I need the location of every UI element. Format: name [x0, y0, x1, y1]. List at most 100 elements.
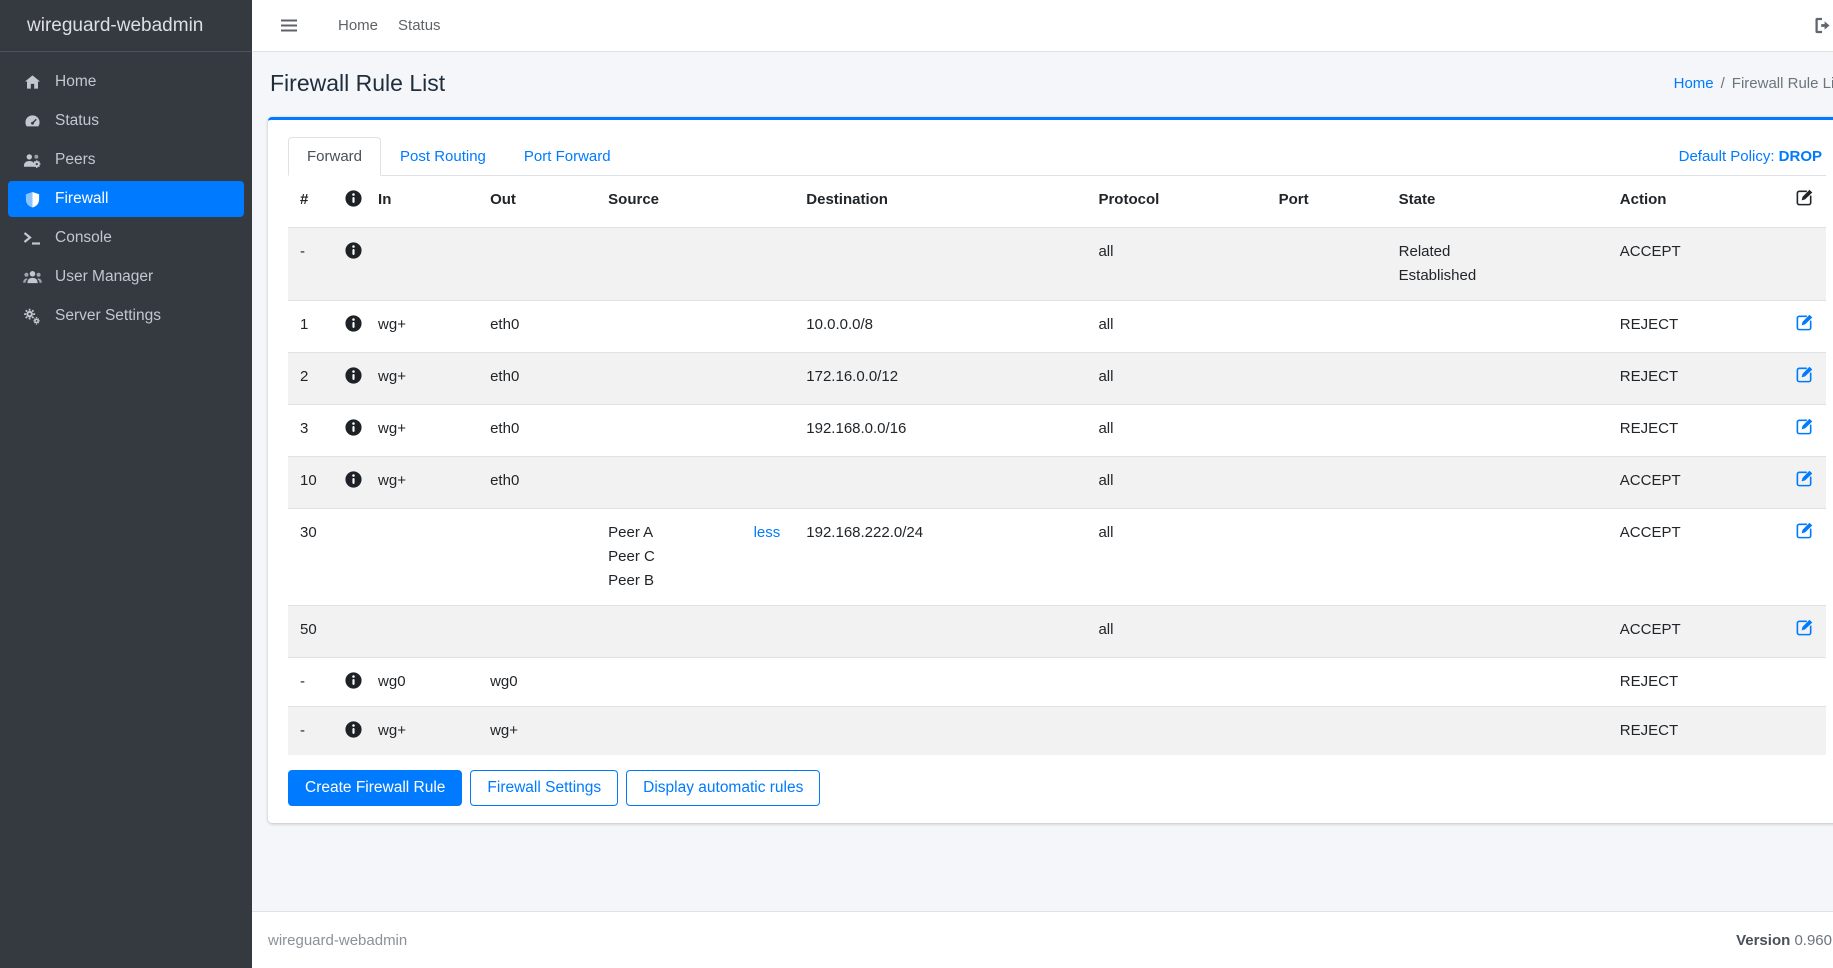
rule-number: -: [288, 228, 333, 301]
default-policy[interactable]: Default Policy: DROP: [1675, 138, 1826, 175]
info-icon[interactable]: [345, 721, 362, 738]
logout-icon[interactable]: [1813, 16, 1832, 35]
rule-number: -: [288, 658, 333, 707]
rule-protocol: all: [1086, 405, 1266, 457]
rule-in: [366, 606, 478, 658]
rule-number: 30: [288, 509, 333, 606]
rule-action: ACCEPT: [1608, 509, 1770, 606]
rule-edit: [1770, 405, 1826, 457]
firewall-rule-row: -allRelatedEstablishedACCEPT: [288, 228, 1826, 301]
col-header-port: Port: [1267, 176, 1387, 228]
rule-protocol: all: [1086, 353, 1266, 405]
firewall-rule-row: 1wg+eth010.0.0.0/8allREJECT: [288, 301, 1826, 353]
rule-state: [1387, 509, 1608, 606]
edit-rule-button[interactable]: [1795, 313, 1814, 332]
rule-source-peers: Peer APeer CPeer B: [608, 521, 655, 593]
rule-out: wg+: [478, 707, 596, 756]
terminal-icon: [22, 230, 42, 246]
rule-destination: 192.168.0.0/16: [794, 405, 1086, 457]
rule-info: [333, 707, 366, 756]
edit-rule-button[interactable]: [1795, 469, 1814, 488]
source-less-link[interactable]: less: [754, 521, 783, 545]
firewall-rule-row: 50allACCEPT: [288, 606, 1826, 658]
edit-rule-button[interactable]: [1795, 417, 1814, 436]
display-automatic-rules-button[interactable]: Display automatic rules: [626, 770, 820, 806]
col-header-number: #: [288, 176, 333, 228]
info-icon[interactable]: [345, 242, 362, 259]
rule-edit: [1770, 606, 1826, 658]
rule-edit: [1770, 457, 1826, 509]
breadcrumb-separator: /: [1714, 75, 1732, 92]
info-icon[interactable]: [345, 471, 362, 488]
tab-post-routing[interactable]: Post Routing: [381, 137, 505, 176]
menu-toggle-icon[interactable]: [274, 12, 304, 39]
sidebar-item-console[interactable]: Console: [8, 220, 244, 256]
col-header-state: State: [1387, 176, 1608, 228]
sidebar-item-firewall[interactable]: Firewall: [8, 181, 244, 217]
rule-out: wg0: [478, 658, 596, 707]
sidebar-item-user-manager[interactable]: User Manager: [8, 259, 244, 295]
rule-out: eth0: [478, 405, 596, 457]
rule-state: [1387, 457, 1608, 509]
nav-link-status[interactable]: Status: [398, 17, 441, 34]
rule-number: 1: [288, 301, 333, 353]
rule-source: [596, 606, 794, 658]
rule-state: [1387, 606, 1608, 658]
rule-edit: [1770, 707, 1826, 756]
info-icon[interactable]: [345, 367, 362, 384]
info-icon[interactable]: [345, 419, 362, 436]
rule-port: [1267, 707, 1387, 756]
info-icon[interactable]: [345, 315, 362, 332]
create-firewall-rule-button[interactable]: Create Firewall Rule: [288, 770, 462, 806]
edit-rule-button[interactable]: [1795, 365, 1814, 384]
default-policy-label: Default Policy:: [1679, 148, 1775, 165]
rule-in: wg+: [366, 301, 478, 353]
firewall-rule-row: -wg+wg+REJECT: [288, 707, 1826, 756]
rule-out: eth0: [478, 353, 596, 405]
rule-in: wg+: [366, 457, 478, 509]
rule-in: [366, 509, 478, 606]
table-header-row: # In Out Source Destination Protocol Por…: [288, 176, 1826, 228]
nav-link-home[interactable]: Home: [338, 17, 378, 34]
rule-action: REJECT: [1608, 353, 1770, 405]
rule-source: [596, 353, 794, 405]
rule-source: Peer APeer CPeer B less: [596, 509, 794, 606]
tab-forward[interactable]: Forward: [288, 137, 381, 176]
default-policy-value: DROP: [1779, 148, 1822, 165]
sidebar-item-label: Console: [55, 229, 112, 247]
breadcrumb-current: Firewall Rule List: [1732, 75, 1833, 92]
sidebar-item-label: Peers: [55, 151, 96, 169]
info-icon[interactable]: [345, 672, 362, 689]
rule-state: [1387, 707, 1608, 756]
rule-port: [1267, 301, 1387, 353]
firewall-rule-row: 2wg+eth0172.16.0.0/12allREJECT: [288, 353, 1826, 405]
rule-port: [1267, 353, 1387, 405]
rule-action: REJECT: [1608, 405, 1770, 457]
sidebar-item-server-settings[interactable]: Server Settings: [8, 298, 244, 334]
gears-icon: [22, 308, 42, 325]
footer: wireguard-webadmin Version 0.960: [252, 911, 1833, 968]
breadcrumb-home-link[interactable]: Home: [1674, 75, 1714, 92]
page-title: Firewall Rule List: [270, 70, 445, 97]
rule-edit: [1770, 301, 1826, 353]
edit-rule-button[interactable]: [1795, 521, 1814, 540]
sidebar-item-home[interactable]: Home: [8, 64, 244, 100]
rule-action: ACCEPT: [1608, 457, 1770, 509]
firewall-rule-row: 30Peer APeer CPeer Bless192.168.222.0/24…: [288, 509, 1826, 606]
sidebar-item-label: Status: [55, 112, 99, 130]
rule-edit: [1770, 509, 1826, 606]
rule-protocol: [1086, 707, 1266, 756]
sidebar-item-peers[interactable]: Peers: [8, 142, 244, 178]
firewall-settings-button[interactable]: Firewall Settings: [470, 770, 618, 806]
brand-title[interactable]: wireguard-webadmin: [0, 0, 252, 52]
tab-port-forward[interactable]: Port Forward: [505, 137, 630, 176]
edit-rule-button[interactable]: [1795, 618, 1814, 637]
col-header-out: Out: [478, 176, 596, 228]
rule-state: RelatedEstablished: [1387, 228, 1608, 301]
info-icon[interactable]: [345, 190, 362, 207]
tabs-bar: ForwardPost RoutingPort Forward Default …: [288, 137, 1826, 176]
rule-out: eth0: [478, 457, 596, 509]
rule-state: [1387, 301, 1608, 353]
sidebar-item-status[interactable]: Status: [8, 103, 244, 139]
sidebar-item-label: Home: [55, 73, 96, 91]
